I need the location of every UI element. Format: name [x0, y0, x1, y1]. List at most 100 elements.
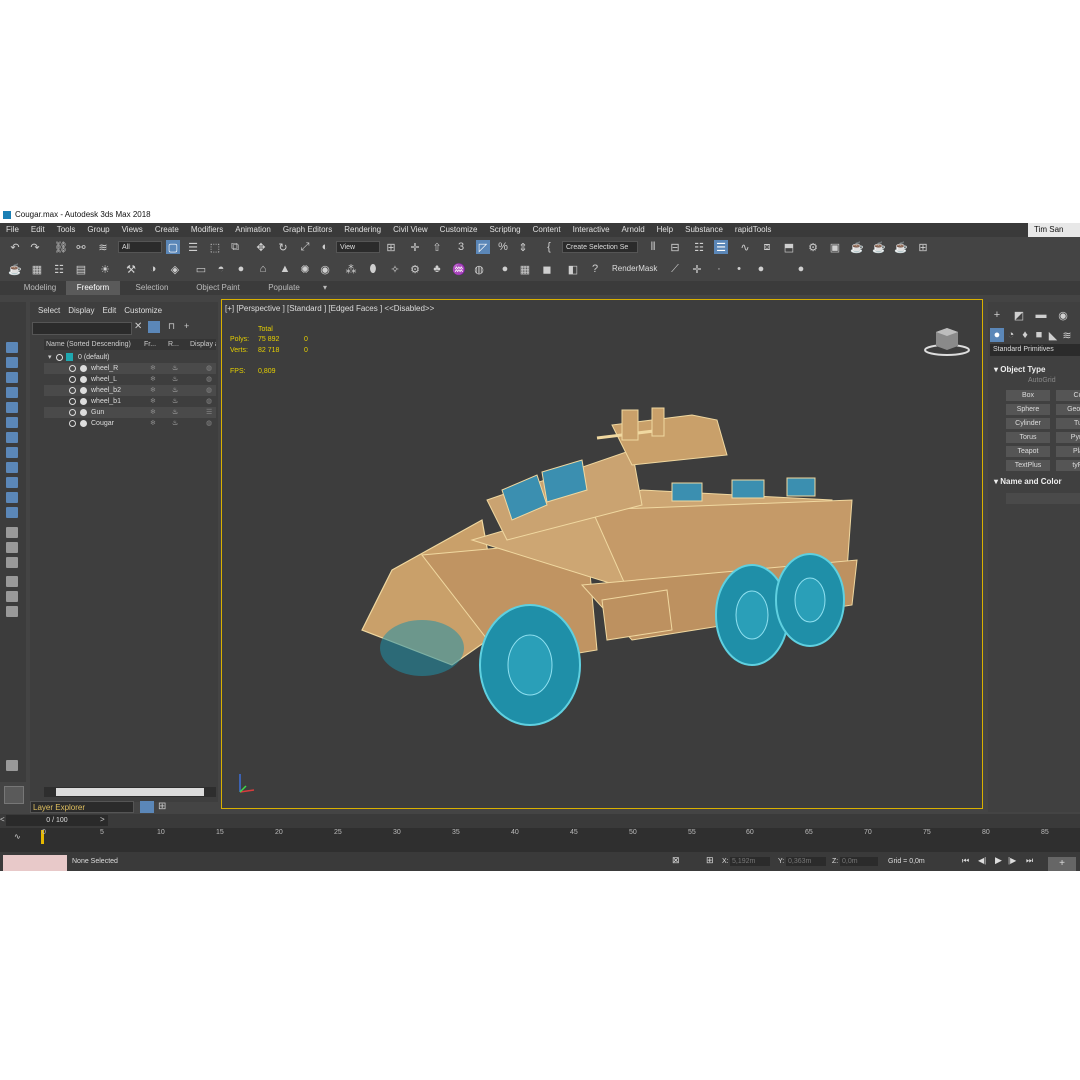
scene-search-input[interactable]	[32, 322, 132, 335]
display-xrefs-icon[interactable]	[6, 447, 18, 458]
table-row[interactable]: Cougar ❄ ♨ ◍	[44, 418, 216, 429]
absolute-mode-icon[interactable]: ⊞	[706, 855, 714, 866]
tab-freeform[interactable]: Freeform	[66, 281, 120, 295]
viewport-layout-icon[interactable]: ◧	[566, 262, 580, 276]
cone-primitive-icon[interactable]: ▲	[278, 262, 292, 276]
display-frozen-icon[interactable]	[6, 492, 18, 503]
lock-icon[interactable]: ⊓	[168, 321, 175, 332]
menu-graph-editors[interactable]: Graph Editors	[277, 223, 338, 237]
display-stack-icon[interactable]: ☰	[206, 407, 212, 418]
extra-large-dot-icon[interactable]: ●	[794, 262, 808, 276]
object-type-rollout[interactable]: ▾ Object Type	[994, 365, 1045, 374]
menu-substance[interactable]: Substance	[679, 223, 729, 237]
display-icon[interactable]: ◍	[206, 418, 212, 429]
mirror-icon[interactable]: ⫴	[646, 240, 660, 254]
display-icon[interactable]: ◍	[206, 363, 212, 374]
render-production-icon[interactable]: ☕	[850, 240, 864, 254]
sphere-preview-icon[interactable]: ●	[498, 262, 512, 276]
hair-icon[interactable]: ♒	[452, 262, 466, 276]
y-coordinate-field[interactable]: 0,363m	[786, 857, 826, 866]
prev-frame-arrow-icon[interactable]: <	[0, 815, 5, 824]
light-lister-icon[interactable]: ☀	[98, 262, 112, 276]
visibility-eye-icon[interactable]	[69, 365, 76, 372]
render-teapot-icon[interactable]: ♨	[172, 407, 178, 418]
layer-row[interactable]: ▾ 0 (default)	[44, 352, 216, 363]
render-teapot-icon[interactable]: ♨	[172, 396, 178, 407]
menu-animation[interactable]: Animation	[229, 223, 277, 237]
scene-menu-display[interactable]: Display	[68, 306, 94, 315]
perspective-viewport[interactable]: [+] [Perspective ] [Standard ] [Edged Fa…	[221, 299, 983, 809]
visibility-eye-icon[interactable]	[56, 354, 63, 361]
render-teapot-icon[interactable]: ♨	[172, 363, 178, 374]
undo-icon[interactable]: ↶	[8, 240, 22, 254]
shapes-category-icon[interactable]: ◔	[1004, 328, 1018, 342]
tab-object-paint[interactable]: Object Paint	[186, 281, 250, 295]
hierarchy-icon[interactable]: ⊞	[158, 801, 166, 812]
place-icon[interactable]: ◐	[318, 240, 332, 254]
help-icon[interactable]: ?	[588, 262, 602, 276]
table-row[interactable]: wheel_R ❄ ♨ ◍	[44, 363, 216, 374]
render-teapot-icon[interactable]: ♨	[172, 385, 178, 396]
schematic-view-icon[interactable]: ⧈	[760, 240, 774, 254]
camera-sequence-icon[interactable]: ◑	[146, 262, 160, 276]
cougar-vehicle-model[interactable]	[332, 390, 892, 730]
redo-icon[interactable]: ↷	[28, 240, 42, 254]
lights-category-icon[interactable]: ♦	[1018, 328, 1032, 342]
bind-space-warp-icon[interactable]: ≋	[96, 240, 110, 254]
render-icon[interactable]: ☕	[8, 262, 22, 276]
hierarchy-tab-icon[interactable]: ▬	[1034, 308, 1048, 322]
menu-scripting[interactable]: Scripting	[483, 223, 526, 237]
go-to-end-icon[interactable]: ⏭	[1026, 856, 1033, 866]
isolate-selection-icon[interactable]: ⊠	[672, 855, 680, 866]
motion-tab-icon[interactable]: ◉	[1056, 308, 1070, 322]
time-slider[interactable]: 0 / 100	[6, 815, 108, 826]
menu-customize[interactable]: Customize	[434, 223, 484, 237]
scene-menu-select[interactable]: Select	[38, 306, 60, 315]
column-frozen[interactable]: Fr...	[144, 339, 156, 350]
render-teapot-icon[interactable]: ♨	[172, 418, 178, 429]
table-row[interactable]: wheel_L ❄ ♨ ◍	[44, 374, 216, 385]
material-editor-icon[interactable]: ⬒	[782, 240, 796, 254]
curve-editor-icon[interactable]: ∿	[738, 240, 752, 254]
tube-button[interactable]: Tu	[1056, 418, 1080, 429]
geosphere-button[interactable]: GeoSp	[1056, 404, 1080, 415]
create-tab-icon[interactable]: +	[990, 308, 1004, 322]
column-name[interactable]: Name (Sorted Descending)	[46, 339, 131, 350]
user-account[interactable]: Tim San	[1028, 223, 1080, 237]
maxscript-listener[interactable]	[3, 855, 67, 871]
folder-icon[interactable]	[6, 606, 18, 617]
cameras-category-icon[interactable]: ■	[1032, 328, 1046, 342]
geometry-category-icon[interactable]: ●	[990, 328, 1004, 342]
visibility-eye-icon[interactable]	[69, 376, 76, 383]
snaps-toggle-icon[interactable]: 3	[454, 240, 468, 254]
display-invert-icon[interactable]	[6, 557, 18, 568]
pyramid-button[interactable]: Pyra	[1056, 432, 1080, 443]
large-dot-icon[interactable]: ●	[754, 262, 768, 276]
frame-buffer-icon[interactable]: ▦	[30, 262, 44, 276]
rect-selection-icon[interactable]: ⬚	[208, 240, 222, 254]
scatter-icon[interactable]: ✧	[388, 262, 402, 276]
script-icon[interactable]: ◈	[168, 262, 182, 276]
unlink-icon[interactable]: ⚯	[74, 240, 88, 254]
table-row[interactable]: wheel_b1 ❄ ♨ ◍	[44, 396, 216, 407]
render-region-icon[interactable]: ◼	[540, 262, 554, 276]
cone-button[interactable]: Co	[1056, 390, 1080, 401]
menu-edit[interactable]: Edit	[25, 223, 51, 237]
scene-explorer-toggle[interactable]	[4, 786, 24, 804]
next-frame-icon[interactable]: |▶	[1008, 856, 1016, 865]
edit-named-selection-icon[interactable]: {	[542, 240, 556, 254]
rendered-frame-icon[interactable]: ▣	[828, 240, 842, 254]
menu-civil-view[interactable]: Civil View	[387, 223, 434, 237]
helpers-category-icon[interactable]: ◣	[1046, 328, 1060, 342]
viewcube-icon[interactable]	[920, 322, 974, 360]
layer-explorer-dropdown[interactable]: Layer Explorer	[30, 801, 134, 813]
link-icon[interactable]: ⛓	[54, 240, 68, 254]
display-cameras-icon[interactable]	[6, 387, 18, 398]
visibility-eye-icon[interactable]	[69, 420, 76, 427]
plane-button[interactable]: Pla	[1056, 446, 1080, 457]
x-coordinate-field[interactable]: 5,192m	[730, 857, 770, 866]
render-mask-button[interactable]: RenderMask	[612, 263, 657, 275]
ribbon-options-icon[interactable]: ▾	[316, 281, 334, 295]
menu-content[interactable]: Content	[527, 223, 567, 237]
medium-dot-icon[interactable]: •	[732, 262, 746, 276]
